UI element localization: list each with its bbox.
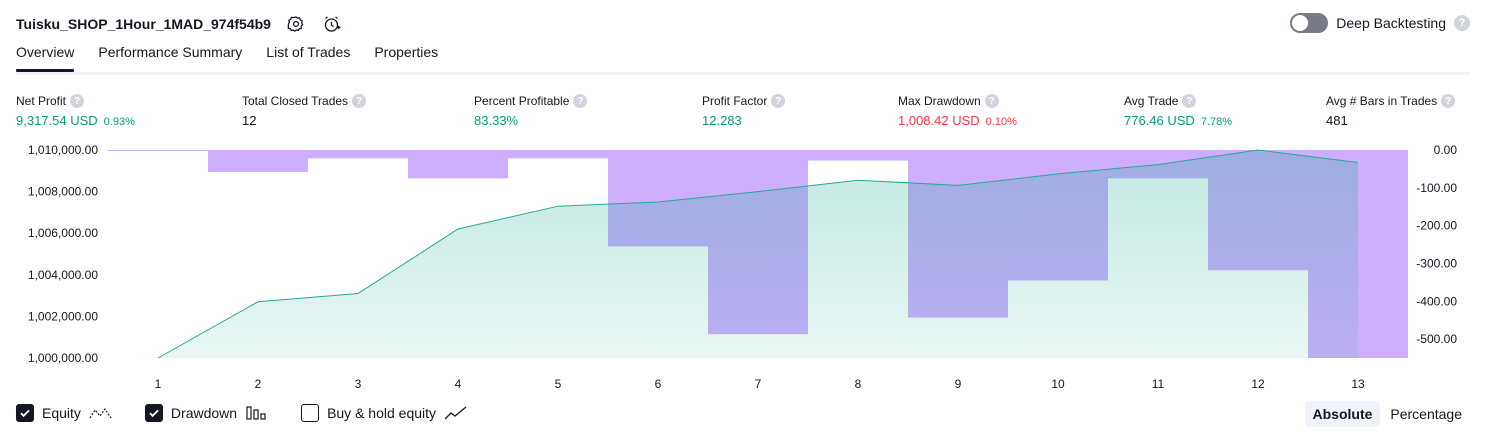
metric-percent-profitable: Percent Profitable? 83.33% xyxy=(474,93,588,129)
drawdown-bar xyxy=(408,150,508,179)
tabs-divider xyxy=(16,72,1470,75)
x-tick-label: 4 xyxy=(455,377,462,391)
metric-value: 9,317.54 USD xyxy=(16,113,98,128)
report-tabs: Overview Performance Summary List of Tra… xyxy=(16,44,438,72)
left-tick-label: 1,008,000.00 xyxy=(28,185,98,199)
info-icon[interactable]: ? xyxy=(352,94,367,108)
x-axis: 1 2 3 4 5 6 7 8 9 10 11 12 13 xyxy=(155,377,1365,391)
x-tick-label: 9 xyxy=(955,377,962,391)
buy-hold-checkbox[interactable] xyxy=(301,404,320,422)
legend-equity-label: Equity xyxy=(42,405,81,421)
add-alert-clock-icon[interactable] xyxy=(321,13,343,35)
drawdown-bar xyxy=(208,150,308,172)
left-tick-label: 1,004,000.00 xyxy=(28,268,98,282)
metric-value: 481 xyxy=(1326,113,1348,128)
x-tick-label: 1 xyxy=(155,377,162,391)
strategy-header: Tuisku_SHOP_1Hour_1MAD_974f54b9 xyxy=(16,12,343,36)
right-axis: 0.00 -100.00 -200.00 -300.00 -400.00 -500.00 xyxy=(1416,143,1457,346)
x-tick-label: 13 xyxy=(1351,377,1365,391)
tab-performance-summary[interactable]: Performance Summary xyxy=(98,44,242,69)
absolute-button[interactable]: Absolute xyxy=(1304,401,1381,427)
tab-list-of-trades[interactable]: List of Trades xyxy=(266,44,350,69)
info-icon[interactable]: ? xyxy=(1182,94,1197,108)
drawdown-checkbox[interactable] xyxy=(144,404,163,422)
left-tick-label: 1,002,000.00 xyxy=(28,309,98,323)
legend-drawdown[interactable]: Drawdown xyxy=(144,404,269,422)
x-tick-label: 8 xyxy=(855,377,862,391)
equity-checkbox[interactable] xyxy=(16,404,34,422)
tab-properties[interactable]: Properties xyxy=(374,44,438,69)
metric-label: Avg # Bars in Trades xyxy=(1326,94,1438,108)
equity-line-icon xyxy=(89,405,113,421)
metric-label: Max Drawdown xyxy=(898,94,981,108)
right-tick-label: -500.00 xyxy=(1416,332,1457,346)
drawdown-bar xyxy=(508,150,608,159)
right-tick-label: -200.00 xyxy=(1416,219,1457,233)
metric-avg-trade: Avg Trade? 776.46 USD 7.78% xyxy=(1124,93,1232,129)
percentage-button[interactable]: Percentage xyxy=(1382,401,1470,427)
x-tick-label: 2 xyxy=(255,377,262,391)
toggle-knob xyxy=(1292,15,1309,31)
metric-profit-factor: Profit Factor? 12.283 xyxy=(702,93,786,129)
metric-value: 12.283 xyxy=(702,113,742,128)
x-tick-label: 11 xyxy=(1152,377,1165,391)
chart-legend: Equity Drawdown Buy & hold equity xyxy=(16,404,468,422)
metric-percent: 0.93% xyxy=(103,116,135,128)
settings-gear-icon[interactable] xyxy=(285,13,307,35)
deep-backtesting-control: Deep Backtesting ? xyxy=(1290,13,1470,33)
metric-value: 1,008.42 USD xyxy=(898,113,980,128)
deep-backtesting-toggle[interactable] xyxy=(1290,13,1329,33)
metric-max-drawdown: Max Drawdown? 1,008.42 USD 0.10% xyxy=(898,93,1017,129)
drawdown-bar xyxy=(108,150,208,151)
metric-label: Profit Factor xyxy=(702,94,768,108)
strategy-name: Tuisku_SHOP_1Hour_1MAD_974f54b9 xyxy=(16,16,271,32)
info-icon[interactable]: ? xyxy=(1441,94,1456,108)
metric-value: 83.33% xyxy=(474,113,519,128)
metric-net-profit: Net Profit? 9,317.54 USD 0.93% xyxy=(16,93,135,129)
deep-backtesting-label: Deep Backtesting xyxy=(1336,15,1446,31)
metric-percent: 7.78% xyxy=(1200,116,1233,128)
metric-label: Avg Trade xyxy=(1124,94,1179,108)
x-tick-label: 12 xyxy=(1251,377,1265,391)
metric-total-closed-trades: Total Closed Trades? 12 xyxy=(242,93,367,129)
right-tick-label: -300.00 xyxy=(1416,256,1457,270)
left-tick-label: 1,000,000.00 xyxy=(28,351,98,365)
x-tick-label: 6 xyxy=(655,377,662,391)
equity-drawdown-chart[interactable]: 1,010,000.00 1,008,000.00 1,006,000.00 1,00… xyxy=(0,136,1486,398)
metric-label: Percent Profitable xyxy=(474,94,570,108)
x-tick-label: 7 xyxy=(755,377,762,391)
value-mode-switch: Absolute Percentage xyxy=(1304,401,1471,427)
drawdown-bar xyxy=(308,150,408,159)
metric-label: Net Profit xyxy=(16,94,67,108)
right-tick-label: 0.00 xyxy=(1434,143,1458,157)
metric-avg-bars: Avg # Bars in Trades? 481 xyxy=(1326,93,1456,129)
legend-drawdown-label: Drawdown xyxy=(170,405,238,421)
buy-hold-line-icon xyxy=(444,405,468,421)
info-icon[interactable]: ? xyxy=(573,94,588,108)
x-tick-label: 3 xyxy=(355,377,362,391)
right-tick-label: -400.00 xyxy=(1416,294,1457,308)
drawdown-bars-icon xyxy=(245,405,269,421)
tab-overview[interactable]: Overview xyxy=(16,44,75,72)
info-icon[interactable]: ? xyxy=(771,94,786,108)
metric-value: 776.46 USD xyxy=(1124,113,1195,128)
legend-equity[interactable]: Equity xyxy=(16,404,113,422)
info-icon[interactable]: ? xyxy=(70,94,85,108)
metric-label: Total Closed Trades xyxy=(242,94,349,108)
legend-buy-hold-label: Buy & hold equity xyxy=(327,405,437,421)
info-icon[interactable]: ? xyxy=(984,94,999,108)
left-axis: 1,010,000.00 1,008,000.00 1,006,000.00 1,00… xyxy=(28,143,98,365)
metric-percent: 0.10% xyxy=(985,116,1017,128)
x-tick-label: 10 xyxy=(1051,377,1065,391)
left-tick-label: 1,010,000.00 xyxy=(28,143,98,157)
metrics-row: Net Profit? 9,317.54 USD 0.93% Total Clos… xyxy=(16,93,1470,133)
right-tick-label: -100.00 xyxy=(1416,181,1457,195)
help-icon[interactable]: ? xyxy=(1454,15,1470,31)
x-tick-label: 5 xyxy=(555,377,562,391)
drawdown-bar xyxy=(808,150,908,161)
legend-buy-hold[interactable]: Buy & hold equity xyxy=(301,404,468,422)
metric-value: 12 xyxy=(242,113,257,128)
left-tick-label: 1,006,000.00 xyxy=(28,226,98,240)
